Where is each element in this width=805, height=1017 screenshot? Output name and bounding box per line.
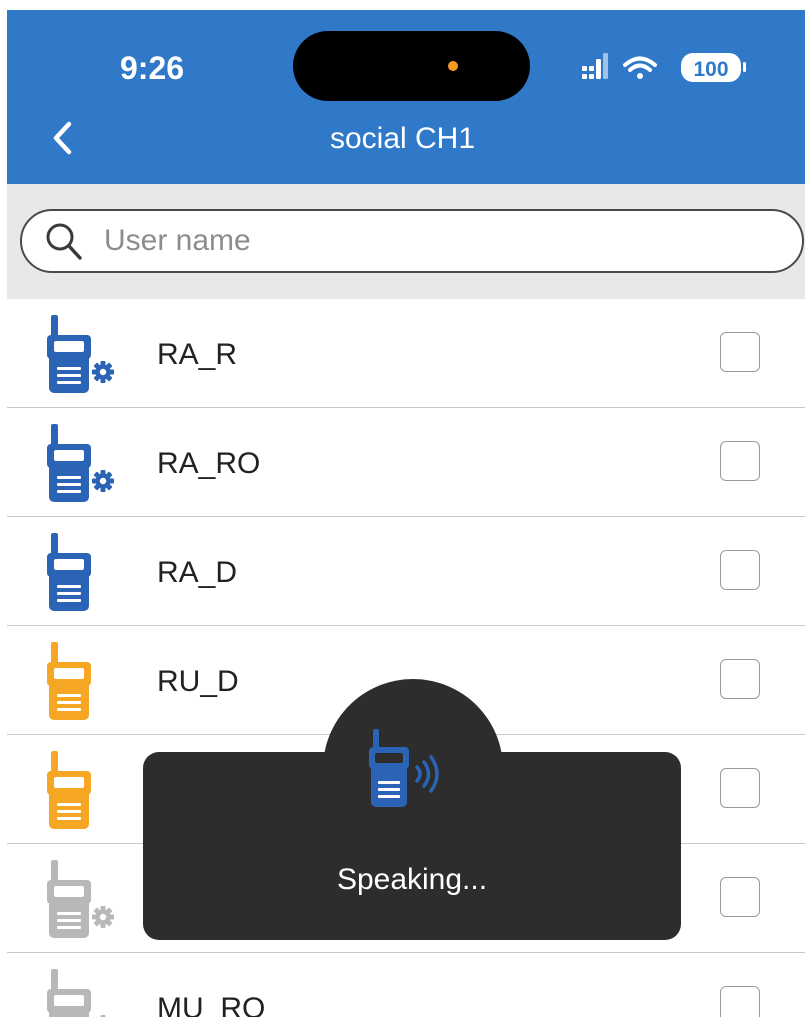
user-list-item[interactable]: RA_RO bbox=[7, 408, 805, 517]
battery-level: 100 bbox=[693, 58, 728, 81]
battery-icon: 100 bbox=[681, 53, 746, 82]
status-icons: 100 bbox=[582, 53, 746, 82]
radio-settings-icon bbox=[47, 424, 114, 502]
select-checkbox[interactable] bbox=[720, 768, 760, 808]
user-list-item[interactable]: MU_RO bbox=[7, 953, 805, 1017]
speaking-toast: Speaking... bbox=[143, 679, 681, 940]
select-checkbox[interactable] bbox=[720, 877, 760, 917]
select-checkbox[interactable] bbox=[720, 986, 760, 1017]
user-list-item[interactable]: RA_D bbox=[7, 517, 805, 626]
screen: 9:26 100 social CH1 User name RA_R RA_RO… bbox=[0, 0, 805, 1017]
gear-icon bbox=[92, 906, 114, 928]
radio-speaking-icon bbox=[369, 729, 439, 807]
page-title: social CH1 bbox=[329, 122, 476, 155]
dynamic-island bbox=[293, 31, 530, 101]
status-time: 9:26 bbox=[120, 50, 185, 86]
radio-settings-icon bbox=[47, 860, 114, 938]
camera-indicator-dot bbox=[448, 61, 458, 71]
select-checkbox[interactable] bbox=[720, 441, 760, 481]
radio-icon bbox=[47, 751, 91, 829]
toast-text: Speaking... bbox=[336, 863, 488, 896]
wifi-icon bbox=[623, 56, 657, 79]
select-checkbox[interactable] bbox=[720, 550, 760, 590]
gear-icon bbox=[92, 361, 114, 383]
cellular-signal-icon bbox=[582, 53, 608, 79]
radio-settings-icon bbox=[47, 969, 113, 1017]
select-checkbox[interactable] bbox=[720, 332, 760, 372]
radio-icon bbox=[47, 642, 91, 720]
user-name: RA_R bbox=[157, 338, 238, 371]
radio-settings-icon bbox=[47, 315, 114, 393]
search-input[interactable] bbox=[104, 220, 764, 262]
radio-icon bbox=[47, 533, 91, 611]
user-name: RA_D bbox=[157, 556, 238, 589]
user-name: RA_RO bbox=[157, 447, 261, 480]
gear-icon bbox=[92, 470, 114, 492]
user-name: MU_RO bbox=[157, 992, 266, 1017]
select-checkbox[interactable] bbox=[720, 659, 760, 699]
search-icon bbox=[46, 223, 82, 260]
user-list-item[interactable]: RA_R bbox=[7, 299, 805, 408]
